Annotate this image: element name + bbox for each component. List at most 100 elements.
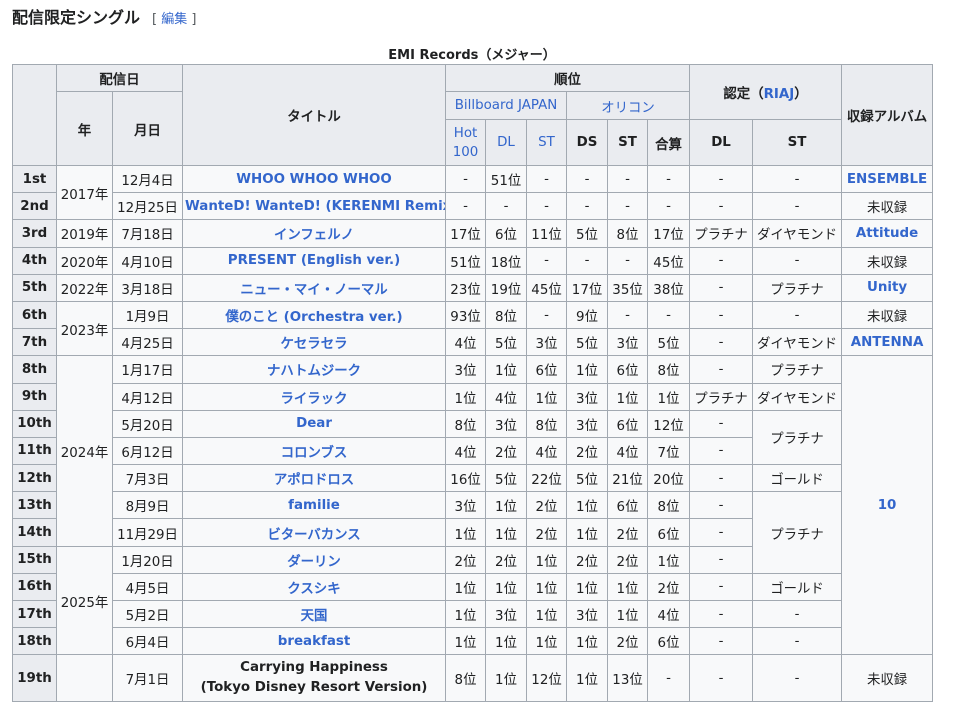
album-link[interactable]: ENSEMBLE — [841, 164, 934, 194]
rank-cell: 3位 — [485, 409, 528, 438]
singles-table: 配信日 タイトル 順位 認定（RIAJ） 収録アルバム 年 月日 Billboa… — [12, 64, 934, 703]
header-oricon-st: ST — [607, 119, 649, 166]
date-cell: 4月25日 — [111, 328, 184, 357]
title-link[interactable]: ダーリン — [182, 545, 447, 574]
rank-cell: 5位 — [485, 464, 528, 493]
rank-cell: 1位 — [445, 382, 487, 411]
cert-cell: - — [689, 654, 754, 703]
date-cell: 4月12日 — [111, 382, 184, 411]
title-link[interactable]: 僕のこと (Orchestra ver.) — [182, 300, 447, 330]
rank-cell: 8位 — [445, 409, 487, 438]
rank-cell: - — [566, 192, 609, 221]
rank-cell: 45位 — [647, 246, 691, 275]
rank-cell: 2位 — [566, 436, 609, 466]
date-cell: 6月12日 — [111, 436, 184, 466]
hot100-link[interactable]: Hot 100 — [445, 119, 487, 166]
rank-cell: 1位 — [566, 491, 609, 520]
rank-cell: 2位 — [485, 436, 528, 466]
rank-cell: 3位 — [566, 409, 609, 438]
header-year: 年 — [56, 91, 113, 166]
rank-cell: 2位 — [526, 518, 568, 547]
bb-dl-link[interactable]: DL — [485, 119, 528, 166]
rank-cell: 2位 — [526, 491, 568, 520]
rank-cell: 2位 — [607, 545, 649, 574]
header-album: 収録アルバム — [841, 64, 934, 166]
riaj-link[interactable]: RIAJ — [764, 87, 795, 102]
cert-cell: ダイヤモンド — [752, 382, 843, 411]
rank-cell: 1位 — [485, 355, 528, 384]
oricon-link[interactable]: オリコン — [566, 91, 691, 120]
cert-cell: - — [689, 572, 754, 602]
cert-cell: - — [689, 300, 754, 330]
table-row: 4th 2020年 4月10日 PRESENT (English ver.) 5… — [12, 246, 934, 275]
title-link[interactable]: Dear — [182, 409, 447, 438]
rank-cell: 23位 — [445, 273, 487, 302]
rank-cell: 1位 — [485, 654, 528, 703]
year-cell: 2020年 — [56, 246, 113, 275]
row-number: 1st — [12, 164, 57, 194]
rank-cell: 3位 — [485, 599, 528, 629]
rank-cell: - — [526, 192, 568, 221]
title-link[interactable]: ライラック — [182, 382, 447, 411]
title-link[interactable]: コロンブス — [182, 436, 447, 466]
edit-section-link[interactable]: 編集 — [161, 12, 187, 27]
row-number: 19th — [12, 654, 57, 703]
table-row: 16th 4月5日 クスシキ 1位 1位 1位 1位 1位 2位 - ゴールド — [12, 572, 933, 602]
row-number: 14th — [12, 518, 57, 547]
title-link[interactable]: WHOO WHOO WHOO — [182, 164, 447, 194]
billboard-japan-link[interactable]: Billboard JAPAN — [445, 91, 568, 120]
rank-cell: 17位 — [647, 219, 691, 248]
rank-cell: 11位 — [526, 219, 568, 248]
title-link[interactable]: アポロドロス — [182, 464, 447, 493]
rank-cell: 2位 — [607, 518, 649, 547]
rank-cell: 1位 — [526, 572, 568, 602]
title-link[interactable]: familie — [182, 491, 447, 520]
date-cell: 12月25日 — [111, 192, 184, 221]
title-cell: Carrying Happiness (Tokyo Disney Resort V… — [182, 654, 447, 703]
year-cell — [56, 654, 113, 703]
rank-cell: 19位 — [485, 273, 528, 302]
title-link[interactable]: WanteD! WanteD! (KERENMI Remix) — [182, 192, 447, 221]
album-link[interactable]: Attitude — [841, 219, 934, 248]
rank-cell: 1位 — [485, 627, 528, 656]
title-link[interactable]: PRESENT (English ver.) — [182, 246, 447, 275]
rank-cell: 2位 — [607, 627, 649, 656]
cert-cell: プラチナ — [752, 355, 843, 384]
rank-cell: 3位 — [526, 328, 568, 357]
title-link[interactable]: ビターバカンス — [182, 518, 447, 547]
row-number: 17th — [12, 599, 57, 629]
title-link[interactable]: ナハトムジーク — [182, 355, 447, 384]
header-certification: 認定（RIAJ） — [689, 64, 843, 120]
bb-st-link[interactable]: ST — [526, 119, 568, 166]
rank-cell: - — [526, 164, 568, 194]
title-link[interactable]: クスシキ — [182, 572, 447, 602]
rank-cell: - — [485, 192, 528, 221]
album-link[interactable]: ANTENNA — [841, 328, 934, 357]
album-link[interactable]: 10 — [841, 355, 934, 656]
cert-cell: - — [689, 627, 754, 656]
cert-cell: - — [689, 273, 754, 302]
cert-cell: プラチナ — [752, 491, 843, 574]
header-oricon-total: 合算 — [647, 119, 691, 166]
rank-cell: 5位 — [647, 328, 691, 357]
cert-cell: プラチナ — [752, 273, 843, 302]
album-link[interactable]: Unity — [841, 273, 934, 302]
date-cell: 1月20日 — [111, 545, 184, 574]
rank-cell: - — [566, 246, 609, 275]
rank-cell: - — [607, 246, 649, 275]
rank-cell: - — [647, 654, 691, 703]
rank-cell: - — [647, 300, 691, 330]
title-link[interactable]: breakfast — [182, 627, 447, 656]
title-link[interactable]: ケセラセラ — [182, 328, 447, 357]
date-cell: 5月2日 — [111, 599, 184, 629]
title-link[interactable]: 天国 — [182, 599, 447, 629]
album-cell: 未収録 — [841, 246, 934, 275]
rank-cell: 3位 — [566, 382, 609, 411]
rank-cell: 51位 — [445, 246, 487, 275]
header-cert-st: ST — [752, 119, 843, 166]
title-link[interactable]: インフェルノ — [182, 219, 447, 248]
rank-cell: 1位 — [485, 518, 528, 547]
rank-cell: 3位 — [445, 355, 487, 384]
title-link[interactable]: ニュー・マイ・ノーマル — [182, 273, 447, 302]
rank-cell: 6位 — [607, 355, 649, 384]
